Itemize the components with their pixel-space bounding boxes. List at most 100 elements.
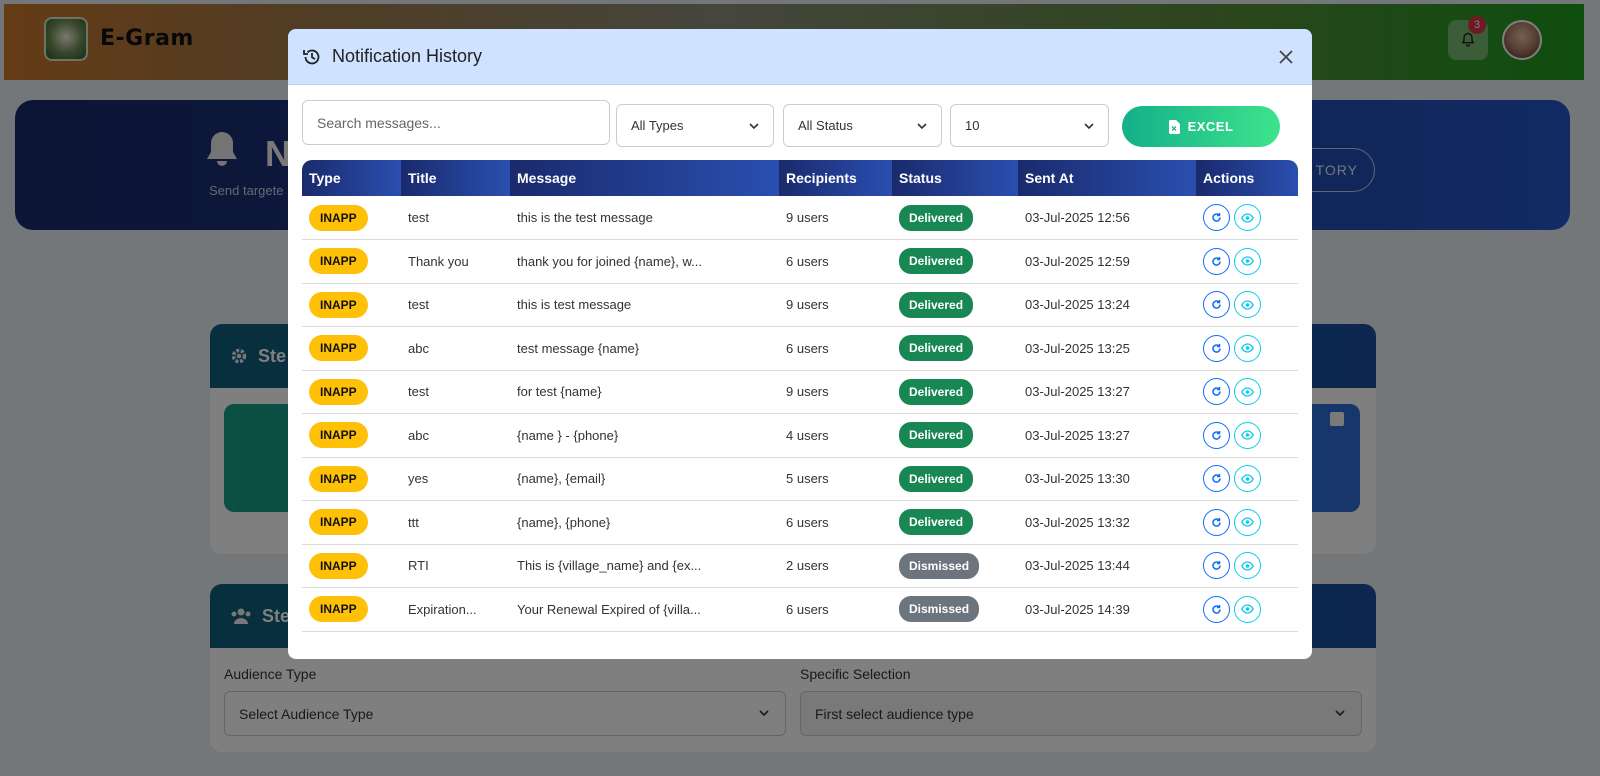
sent-at-cell: 03-Jul-2025 13:24 (1025, 297, 1130, 313)
title-cell: test (408, 210, 429, 225)
sent-at-cell: 03-Jul-2025 12:59 (1025, 253, 1130, 269)
type-badge: INAPP (309, 465, 368, 492)
table-header-row: Type Title Message Recipients Status Sent At A… (302, 160, 1298, 196)
message-cell: Your Renewal Expired of {villa... (517, 601, 701, 617)
recipients-cell: 6 users (786, 253, 829, 269)
eye-icon (1241, 604, 1254, 614)
close-button[interactable] (1274, 45, 1298, 69)
type-badge: INAPP (309, 378, 368, 405)
status-badge: Delivered (899, 378, 974, 405)
message-cell: for test {name} (517, 384, 602, 400)
view-button[interactable] (1234, 334, 1261, 362)
table-row: INAPP Thank you thank you for joined {name… (302, 240, 1298, 284)
resend-button[interactable] (1203, 247, 1230, 275)
modal-header: Notification History (288, 29, 1312, 85)
actions-cell (1196, 588, 1298, 632)
resend-button[interactable] (1203, 291, 1230, 319)
status-cell: Delivered (892, 283, 1018, 327)
view-button[interactable] (1234, 378, 1261, 406)
view-button[interactable] (1234, 291, 1261, 319)
type-cell: INAPP (302, 501, 401, 545)
title-cell: RTI (408, 558, 429, 574)
resend-button[interactable] (1203, 378, 1230, 406)
modal-title: Notification History (332, 46, 483, 66)
type-badge: INAPP (309, 204, 368, 231)
status-badge: Dismissed (899, 552, 980, 579)
view-button[interactable] (1234, 508, 1261, 536)
close-icon (1279, 50, 1293, 64)
view-button[interactable] (1234, 595, 1261, 623)
page-size-select[interactable]: 10 (950, 104, 1109, 147)
redo-icon (1212, 300, 1221, 310)
status-cell: Dismissed (892, 544, 1018, 588)
filter-bar: All Types All Status 10 EXCEL (302, 100, 1282, 147)
notification-table: Type Title Message Recipients Status Sent At A… (302, 160, 1298, 632)
redo-icon (1212, 474, 1221, 484)
sent-at-cell: 03-Jul-2025 13:44 (1025, 558, 1130, 574)
type-cell: INAPP (302, 283, 401, 327)
recipients-cell: 9 users (786, 384, 829, 400)
column-header: Status (892, 160, 1018, 196)
title-cell: Thank you (408, 253, 469, 269)
resend-button[interactable] (1203, 552, 1230, 580)
resend-button[interactable] (1203, 465, 1230, 493)
notification-history-modal: Notification History All Types All Statu… (288, 29, 1312, 659)
eye-icon (1241, 300, 1254, 310)
redo-icon (1212, 604, 1221, 614)
column-header: Message (510, 160, 779, 196)
title-cell: abc (408, 427, 429, 443)
title-cell: test (408, 297, 429, 313)
status-badge: Delivered (899, 465, 974, 492)
actions-cell (1196, 283, 1298, 327)
view-button[interactable] (1234, 552, 1261, 580)
message-cell: {name}, {phone} (517, 514, 611, 530)
chevron-down-icon (1084, 123, 1094, 130)
recipients-cell: 6 users (786, 514, 829, 530)
status-cell: Delivered (892, 370, 1018, 414)
table-row: INAPP ttt {name}, {phone} 6 users Delivered 0… (302, 501, 1298, 545)
eye-icon (1241, 474, 1254, 484)
status-filter-select[interactable]: All Status (783, 104, 942, 147)
redo-icon (1212, 430, 1221, 440)
view-button[interactable] (1234, 465, 1261, 493)
status-badge: Delivered (899, 509, 974, 536)
recipients-cell: 9 users (786, 297, 829, 313)
eye-icon (1241, 561, 1254, 571)
view-button[interactable] (1234, 247, 1261, 275)
recipients-cell: 4 users (786, 427, 829, 443)
resend-button[interactable] (1203, 595, 1230, 623)
recipients-cell: 5 users (786, 471, 829, 487)
actions-cell (1196, 414, 1298, 458)
resend-button[interactable] (1203, 508, 1230, 536)
resend-button[interactable] (1203, 334, 1230, 362)
eye-icon (1241, 212, 1254, 223)
type-cell: INAPP (302, 327, 401, 371)
recipients-cell: 9 users (786, 210, 829, 225)
sent-at-cell: 03-Jul-2025 13:27 (1025, 427, 1130, 443)
view-button[interactable] (1234, 421, 1261, 449)
view-button[interactable] (1234, 204, 1261, 231)
type-cell: INAPP (302, 240, 401, 284)
page-size-value: 10 (965, 118, 980, 133)
type-filter-select[interactable]: All Types (616, 104, 774, 147)
status-cell: Delivered (892, 414, 1018, 458)
resend-button[interactable] (1203, 421, 1230, 449)
actions-cell (1196, 240, 1298, 284)
chevron-down-icon (917, 123, 927, 130)
column-header: Recipients (779, 160, 892, 196)
status-cell: Dismissed (892, 588, 1018, 632)
resend-button[interactable] (1203, 204, 1230, 231)
type-badge: INAPP (309, 509, 368, 536)
sent-at-cell: 03-Jul-2025 13:27 (1025, 384, 1130, 400)
type-badge: INAPP (309, 248, 368, 275)
status-badge: Delivered (899, 422, 974, 449)
actions-cell (1196, 327, 1298, 371)
search-input[interactable] (302, 100, 610, 145)
recipients-cell: 6 users (786, 601, 829, 617)
export-excel-button[interactable]: EXCEL (1122, 106, 1280, 147)
history-icon (303, 49, 320, 64)
type-badge: INAPP (309, 422, 368, 449)
status-cell: Delivered (892, 240, 1018, 284)
type-cell: INAPP (302, 544, 401, 588)
message-cell: {name}, {email} (517, 471, 606, 487)
